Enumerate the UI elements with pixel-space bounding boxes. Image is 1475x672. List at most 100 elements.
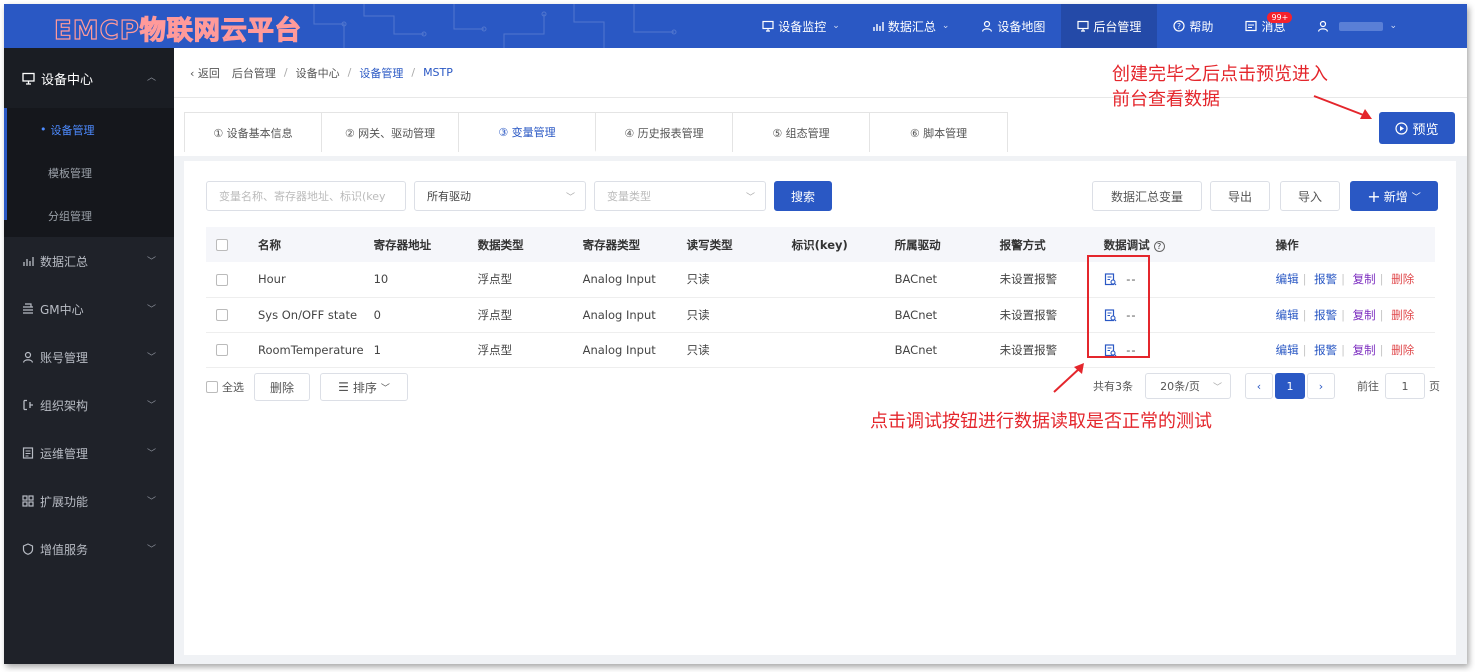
tab-history-report[interactable]: ④ 历史报表管理 [596, 113, 733, 152]
annotation-line: 创建完毕之后点击预览进入 [1112, 64, 1328, 85]
row-checkbox[interactable] [216, 273, 228, 286]
search-button[interactable]: 搜索 [774, 181, 832, 211]
chevron-down-icon: ﹀ [146, 401, 156, 411]
prev-page-button[interactable]: ‹ [1245, 373, 1273, 399]
cell-name: RoomTemperature [248, 332, 364, 368]
breadcrumb-separator: / [283, 66, 288, 79]
cell-alarm: 未设置报警 [989, 297, 1094, 333]
tab-configuration[interactable]: ⑤ 组态管理 [733, 113, 870, 152]
delete-link[interactable]: 删除 [1391, 308, 1414, 322]
select-all-footer-checkbox[interactable] [206, 381, 218, 393]
sidebar-group-data-summary[interactable]: 数据汇总 ﹀ [4, 237, 174, 285]
sidebar-group-ops[interactable]: 运维管理 ﹀ [4, 429, 174, 477]
sidebar: 设备中心 ︿ 设备管理 模板管理 分组管理 数据汇总﹀ GM中心﹀ 账号管理﹀ … [4, 48, 174, 664]
sidebar-group-extensions[interactable]: 扩展功能 ﹀ [4, 477, 174, 525]
nav-device-monitor[interactable]: 设备监控 ⌄ [746, 4, 856, 48]
header-checkbox-cell [206, 227, 248, 262]
copy-link[interactable]: 复制 [1353, 272, 1376, 286]
alarm-link[interactable]: 报警 [1314, 272, 1337, 286]
tab-gateway-driver[interactable]: ② 网关、驱动管理 [322, 113, 459, 152]
delete-link[interactable]: 删除 [1391, 343, 1414, 357]
copy-link[interactable]: 复制 [1353, 308, 1376, 322]
select-all-checkbox[interactable] [216, 239, 228, 251]
alarm-link[interactable]: 报警 [1314, 343, 1337, 357]
preview-button[interactable]: 预览 [1379, 112, 1455, 144]
nav-messages[interactable]: 消息 99+ [1229, 4, 1301, 48]
column-header: 操作 [1265, 227, 1435, 262]
current-page[interactable]: 1 [1275, 373, 1305, 399]
delete-link[interactable]: 删除 [1391, 272, 1414, 286]
sidebar-item-device-management[interactable]: 设备管理 [4, 108, 174, 151]
breadcrumb-item[interactable]: 后台管理 [232, 65, 276, 81]
sidebar-item-label: 模板管理 [48, 166, 92, 180]
alarm-link[interactable]: 报警 [1314, 308, 1337, 322]
tab-script[interactable]: ⑥ 脚本管理 [870, 113, 1007, 152]
page-size-select[interactable]: 20条/页 ﹀ [1145, 373, 1231, 399]
sidebar-item-template-management[interactable]: 模板管理 [4, 151, 174, 194]
variable-panel: 变量名称、寄存器地址、标识(key 所有驱动 ﹀ 变量类型 ﹀ 搜索 数据汇总变量 … [184, 161, 1456, 655]
username-redacted [1339, 21, 1384, 31]
row-checkbox-cell [206, 297, 248, 333]
summary-variable-button[interactable]: 数据汇总变量 [1092, 181, 1202, 211]
row-checkbox[interactable] [216, 309, 228, 321]
variable-type-select[interactable]: 变量类型 ﹀ [594, 181, 766, 211]
sort-button[interactable]: ☰ 排序 ﹀ [320, 373, 408, 401]
cell-operations: 编辑 | 报警 | 复制 | 删除 [1265, 262, 1435, 298]
cell-driver: BACnet [884, 297, 990, 333]
next-page-button[interactable]: › [1307, 373, 1335, 399]
tab-variables[interactable]: ③ 变量管理 [459, 113, 596, 152]
cell-register-type: Analog Input [572, 297, 677, 333]
chevron-down-icon: ﹀ [1212, 383, 1222, 393]
sidebar-group-label: 增值服务 [40, 542, 89, 557]
sidebar-group-account[interactable]: 账号管理 ﹀ [4, 333, 174, 381]
sidebar-item-group-management[interactable]: 分组管理 [4, 194, 174, 237]
chevron-down-icon: ﹀ [146, 353, 156, 363]
divider: | [1341, 342, 1346, 357]
chevron-down-icon: ﹀ [745, 193, 755, 203]
bulk-delete-button[interactable]: 删除 [254, 373, 310, 401]
export-button[interactable]: 导出 [1210, 181, 1270, 211]
import-button[interactable]: 导入 [1280, 181, 1340, 211]
row-checkbox-cell [206, 262, 248, 298]
sidebar-group-label: 运维管理 [40, 446, 89, 461]
search-input[interactable]: 变量名称、寄存器地址、标识(key [206, 181, 406, 211]
chevron-down-icon: ﹀ [380, 383, 390, 394]
nav-help[interactable]: ? 帮助 [1157, 4, 1229, 48]
bulk-actions: 全选 删除 ☰ 排序 ﹀ [206, 373, 408, 401]
table-row: Sys On/OFF state 0 浮点型 Analog Input 只读 B… [206, 297, 1435, 333]
cell-alarm: 未设置报警 [989, 262, 1094, 298]
goto-page-input[interactable]: 1 [1385, 373, 1425, 399]
edit-link[interactable]: 编辑 [1276, 343, 1299, 357]
edit-link[interactable]: 编辑 [1276, 272, 1299, 286]
table-row: Hour 10 浮点型 Analog Input 只读 BACnet 未设置报警… [206, 262, 1435, 298]
breadcrumb-item[interactable]: 设备中心 [296, 65, 340, 81]
back-link[interactable]: ‹ 返回 [190, 65, 220, 81]
driver-select[interactable]: 所有驱动 ﹀ [414, 181, 586, 211]
row-checkbox[interactable] [216, 344, 228, 356]
divider: | [1341, 307, 1346, 322]
user-icon [1318, 20, 1329, 32]
add-button[interactable]: + 新增 ﹀ [1350, 181, 1438, 211]
user-menu[interactable]: ⌄ [1301, 4, 1467, 48]
debug-highlight-box [1087, 255, 1150, 358]
nav-backend-admin[interactable]: 后台管理 [1061, 4, 1158, 48]
monitor-icon [22, 72, 35, 85]
shield-icon [22, 543, 34, 555]
breadcrumb-item[interactable]: 设备管理 [359, 65, 403, 81]
nav-device-map[interactable]: 设备地图 [965, 4, 1061, 48]
divider: | [1302, 342, 1307, 357]
copy-link[interactable]: 复制 [1353, 343, 1376, 357]
plus-icon: + [1367, 186, 1381, 206]
tab-basic-info[interactable]: ① 设备基本信息 [185, 113, 322, 152]
sidebar-group-value-added[interactable]: 增值服务 ﹀ [4, 525, 174, 573]
sidebar-group-gm-center[interactable]: GM中心 ﹀ [4, 285, 174, 333]
cell-name: Hour [248, 262, 364, 298]
sidebar-group-org[interactable]: 组织架构 ﹀ [4, 381, 174, 429]
driver-select-value: 所有驱动 [427, 190, 471, 203]
help-icon[interactable]: ? [1153, 240, 1165, 252]
top-nav-menu: 设备监控 ⌄ 数据汇总 ⌄ 设备地图 后台管理 ? 帮助 消息 99+ ⌄ [746, 4, 1467, 48]
sidebar-group-device-center[interactable]: 设备中心 ︿ [4, 48, 174, 108]
edit-link[interactable]: 编辑 [1276, 308, 1299, 322]
nav-data-summary[interactable]: 数据汇总 ⌄ [856, 4, 966, 48]
row-checkbox-cell [206, 332, 248, 368]
